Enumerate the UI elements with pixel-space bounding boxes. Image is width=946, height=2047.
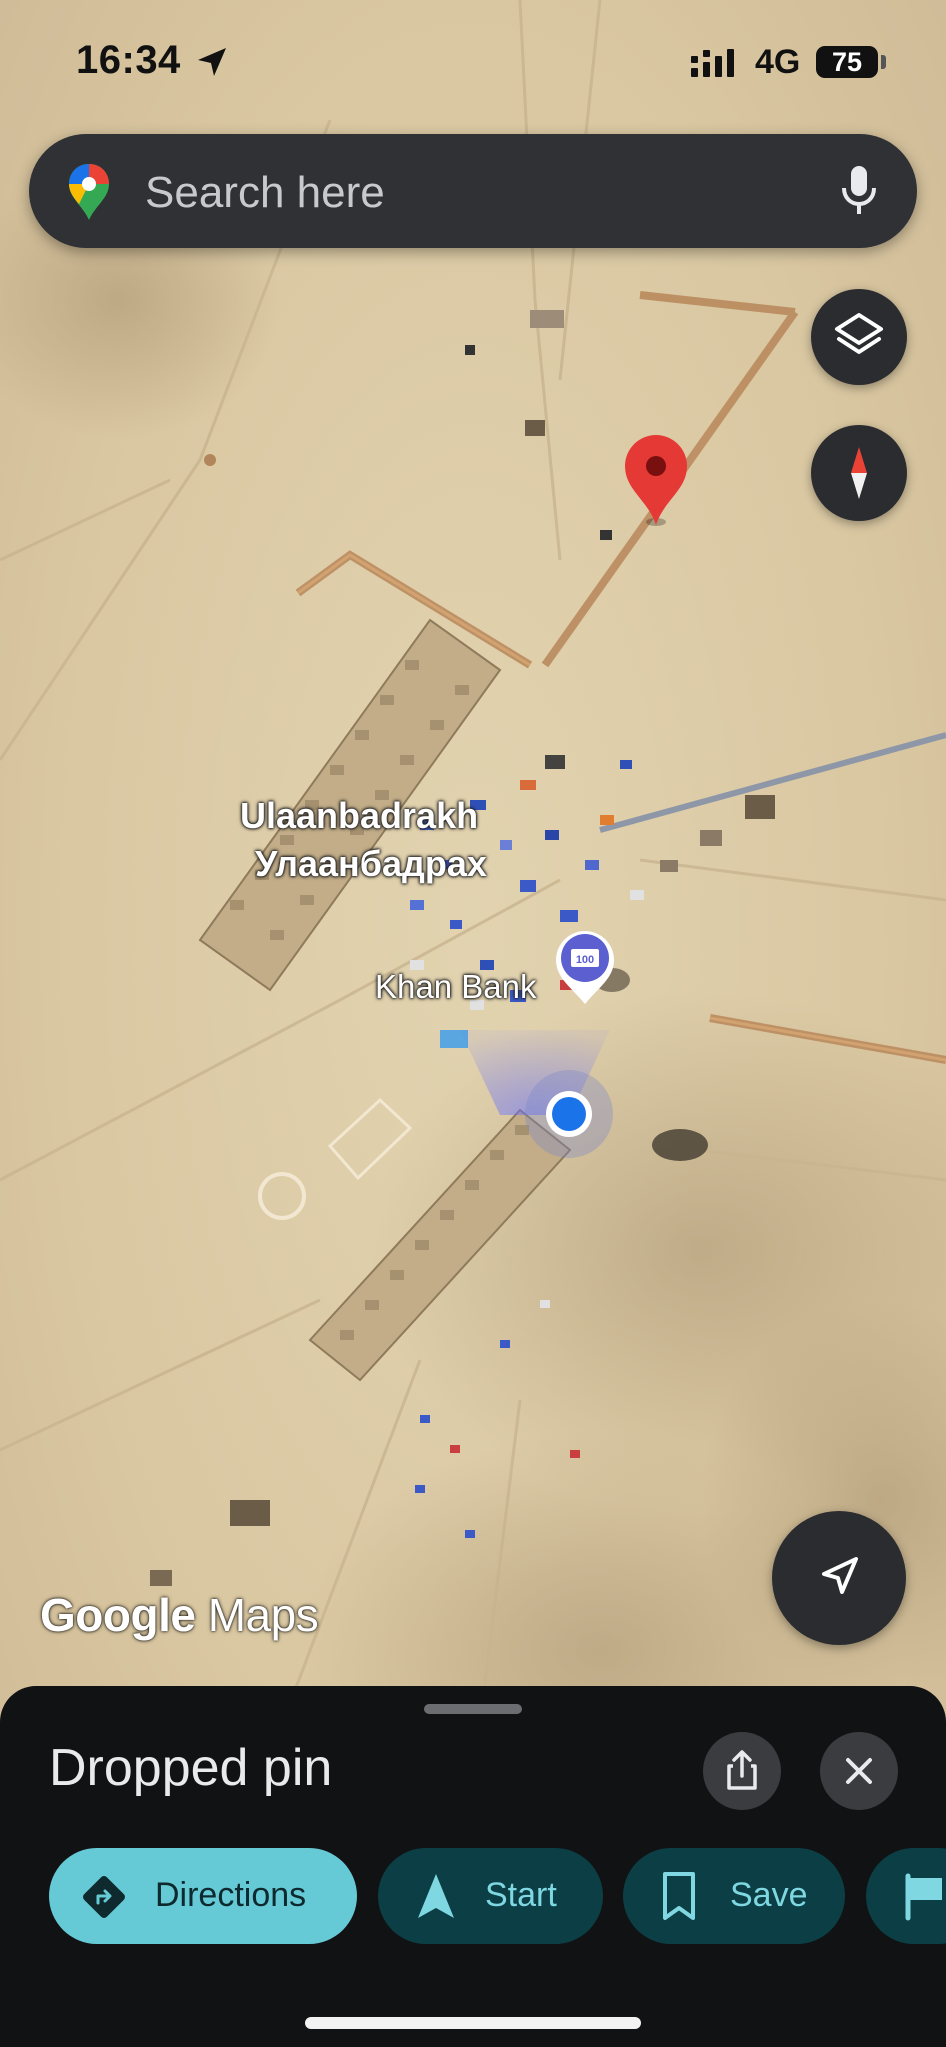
start-button[interactable]: Start [378,1848,603,1944]
battery-indicator: 75 [816,46,878,78]
directions-button[interactable]: Directions [49,1848,357,1944]
mic-icon[interactable] [839,164,879,218]
battery-cap [881,55,886,69]
bank-label[interactable]: Khan Bank [375,968,536,1006]
watermark-brand: Google [40,1589,196,1641]
flag-icon [905,1873,942,1921]
town-label-cyrillic[interactable]: Улаанбадрах [255,843,487,885]
directions-icon [83,1876,125,1918]
directions-label: Directions [155,1876,307,1914]
close-icon [846,1758,872,1784]
current-location-dot [552,1097,586,1131]
home-indicator[interactable] [305,2017,641,2029]
search-input[interactable]: Search here [145,168,385,218]
compass-button[interactable] [811,425,907,521]
battery-percent: 75 [831,47,863,77]
google-maps-watermark: Google Maps [40,1588,319,1642]
status-time: 16:34 [76,38,181,82]
layers-icon [835,313,883,354]
location-arrow-icon [198,48,226,76]
my-location-button[interactable] [772,1511,906,1645]
google-maps-logo [69,164,109,220]
town-label[interactable]: Ulaanbadrakh [240,795,478,837]
svg-text:100: 100 [576,954,594,966]
share-button[interactable] [703,1732,781,1810]
share-icon [727,1750,757,1790]
signal-icon [691,49,734,77]
label-button[interactable] [866,1848,946,1944]
network-type: 4G [755,43,801,81]
search-bar[interactable]: Search here [29,134,917,248]
save-button[interactable]: Save [623,1848,845,1944]
drag-handle[interactable] [424,1704,522,1714]
bookmark-icon [663,1872,695,1920]
start-arrow-icon [418,1874,454,1918]
compass-icon [851,447,867,499]
sheet-title: Dropped pin [49,1739,333,1797]
place-bottom-sheet[interactable]: Dropped pin Directions Start Save [0,1686,946,2047]
close-button[interactable] [820,1732,898,1810]
layers-button[interactable] [811,289,907,385]
watermark-product: Maps [207,1589,319,1641]
navigation-arrow-icon [822,1557,858,1594]
save-label: Save [730,1876,808,1914]
start-label: Start [485,1876,557,1914]
